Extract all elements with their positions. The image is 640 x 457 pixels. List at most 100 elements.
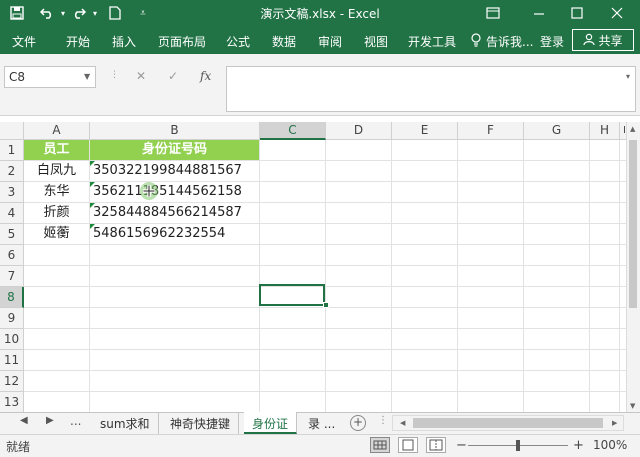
tab-sum[interactable]: sum求和 (92, 412, 159, 434)
menu-data[interactable]: 数据 (272, 33, 296, 50)
login-link[interactable]: 登录 (540, 33, 564, 50)
zoom-in-button[interactable]: + (573, 438, 584, 453)
formula-input[interactable] (226, 66, 636, 112)
column-header-c[interactable]: C (260, 122, 326, 140)
grid-cell[interactable] (524, 140, 590, 161)
enter-icon[interactable]: ✓ (168, 69, 178, 83)
menu-review[interactable]: 审阅 (318, 33, 342, 50)
menu-developer[interactable]: 开发工具 (408, 33, 456, 50)
grid-cell[interactable] (260, 308, 326, 329)
tab-id-card[interactable]: 身份证 (244, 412, 298, 434)
column-header-g[interactable]: G (524, 122, 590, 140)
expand-formula-icon[interactable]: ▾ (626, 72, 630, 81)
tab-splitter-icon[interactable]: ⋮ (378, 415, 388, 426)
scroll-right-icon[interactable]: ▶ (612, 419, 617, 427)
grid-cell[interactable] (392, 350, 458, 371)
grid-cell[interactable] (392, 140, 458, 161)
menu-file[interactable]: 文件 (12, 33, 36, 50)
grid-cell[interactable] (458, 224, 524, 245)
grid-cell[interactable] (524, 287, 590, 308)
cell-a2[interactable]: 白凤九 (24, 161, 90, 182)
save-icon[interactable] (8, 4, 26, 22)
minimize-icon[interactable] (530, 4, 548, 22)
grid-cell[interactable] (90, 350, 260, 371)
grid-cell[interactable] (326, 350, 392, 371)
grid-cell[interactable] (90, 287, 260, 308)
grid-cell[interactable] (458, 203, 524, 224)
row-header-4[interactable]: 4 (0, 203, 24, 224)
grid-cell[interactable] (326, 203, 392, 224)
selected-cell-c8[interactable] (259, 284, 325, 306)
grid-cell[interactable] (260, 161, 326, 182)
row-header-9[interactable]: 9 (0, 308, 24, 329)
row-header-12[interactable]: 12 (0, 371, 24, 392)
row-header-2[interactable]: 2 (0, 161, 24, 182)
grid-cell[interactable] (326, 224, 392, 245)
grid-cell[interactable] (458, 266, 524, 287)
new-file-icon[interactable] (106, 4, 124, 22)
grid-cell[interactable] (458, 287, 524, 308)
grid-cell[interactable] (458, 350, 524, 371)
grid-cell[interactable] (260, 350, 326, 371)
grid-cell[interactable] (392, 161, 458, 182)
grid-cell[interactable] (524, 329, 590, 350)
grid-cell[interactable] (326, 245, 392, 266)
grid-cell[interactable] (392, 329, 458, 350)
column-header-b[interactable]: B (90, 122, 260, 140)
row-header-8[interactable]: 8 (0, 287, 24, 308)
grid-cell[interactable] (524, 350, 590, 371)
grid-cell[interactable] (524, 308, 590, 329)
grid-cell[interactable] (590, 371, 620, 392)
grid-cell[interactable] (90, 266, 260, 287)
page-break-view-button[interactable] (426, 437, 446, 453)
row-header-5[interactable]: 5 (0, 224, 24, 245)
grid-cell[interactable] (90, 245, 260, 266)
column-header-h[interactable]: H (590, 122, 620, 140)
grid-cell[interactable] (524, 245, 590, 266)
grid-cell[interactable] (260, 203, 326, 224)
cell-a4[interactable]: 折颜 (24, 203, 90, 224)
normal-view-button[interactable] (370, 437, 390, 453)
menu-formulas[interactable]: 公式 (226, 33, 250, 50)
grid-cell[interactable] (590, 329, 620, 350)
row-header-7[interactable]: 7 (0, 266, 24, 287)
column-header-e[interactable]: E (392, 122, 458, 140)
grid-cell[interactable] (392, 266, 458, 287)
grid-cell[interactable] (458, 392, 524, 412)
menu-insert[interactable]: 插入 (112, 33, 136, 50)
select-all-corner[interactable] (0, 122, 24, 140)
grid-cell[interactable] (590, 182, 620, 203)
grid-cell[interactable] (326, 308, 392, 329)
chevron-down-icon[interactable]: ▼ (84, 72, 90, 81)
grid-cell[interactable] (590, 245, 620, 266)
tab-next-icon[interactable]: ▶ (46, 415, 54, 426)
grid-cell[interactable] (24, 266, 90, 287)
cell-b2[interactable]: 350322199844881567 (90, 161, 260, 182)
cell-b4[interactable]: 325844884566214587 (90, 203, 260, 224)
grid-cell[interactable] (260, 140, 326, 161)
name-box[interactable]: C8 (4, 66, 96, 88)
grid-cell[interactable] (392, 182, 458, 203)
grid-cell[interactable] (458, 161, 524, 182)
grid-cell[interactable] (24, 245, 90, 266)
grid-cell[interactable] (326, 392, 392, 412)
grid-cell[interactable] (326, 161, 392, 182)
customize-qat-icon[interactable]: ⩡ (134, 4, 152, 22)
sheet-grid[interactable]: A B C D E F G H I 1 2 3 4 5 6 7 8 9 10 1… (0, 122, 640, 412)
grid-cell[interactable] (392, 203, 458, 224)
column-header-a[interactable]: A (24, 122, 90, 140)
grid-cell[interactable] (392, 224, 458, 245)
grid-cell[interactable] (24, 392, 90, 412)
cell-b3[interactable]: 356211185144562158 (90, 182, 260, 203)
grid-cell[interactable] (458, 182, 524, 203)
grid-cell[interactable] (524, 266, 590, 287)
column-header-d[interactable]: D (326, 122, 392, 140)
grid-cell[interactable] (590, 287, 620, 308)
menu-home[interactable]: 开始 (66, 33, 90, 50)
grid-cell[interactable] (24, 350, 90, 371)
grid-cell[interactable] (458, 140, 524, 161)
zoom-out-button[interactable]: − (456, 438, 467, 453)
cell-a1[interactable]: 员工 (24, 140, 90, 161)
fill-handle[interactable] (323, 302, 329, 308)
grid-cell[interactable] (24, 371, 90, 392)
